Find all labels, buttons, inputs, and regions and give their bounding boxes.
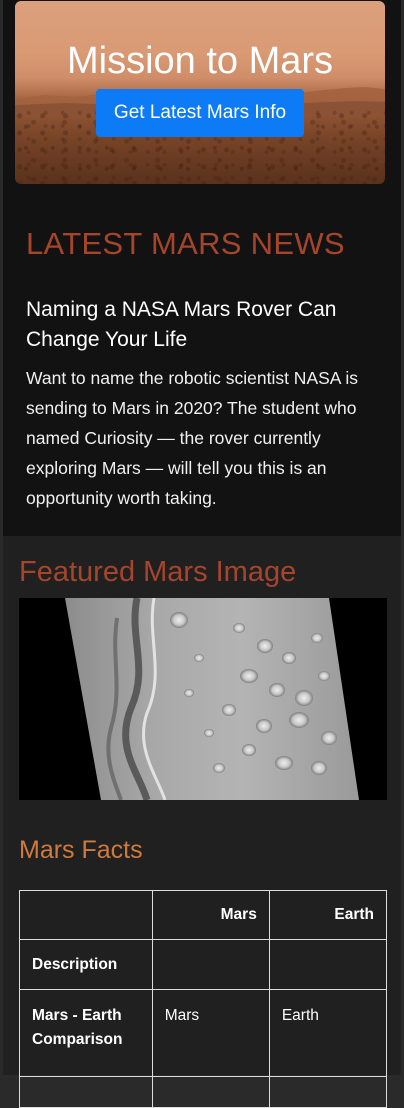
latest-news-heading: LATEST MARS NEWS [26,226,345,261]
news-title: Naming a NASA Mars Rover Can Change Your… [26,298,337,351]
get-latest-mars-info-button[interactable]: Get Latest Mars Info [96,89,304,137]
mars-facts-heading: Mars Facts [19,836,143,864]
table-cell: Earth [268,989,388,1077]
hero-banner: Mission to Mars Get Latest Mars Info [15,1,385,184]
table-header-cell [19,890,153,940]
news-paragraph: Want to name the robotic scientist NASA … [26,368,358,508]
table-cell [151,1076,270,1108]
table-row-label [19,1076,153,1108]
table-row: Mars - Earth Comparison Mars Earth [19,989,388,1077]
table-row [19,1076,388,1108]
table-row-label: Description [19,939,153,990]
table-row-label: Mars - Earth Comparison [19,989,153,1077]
table-cell [151,939,270,990]
table-cell: Mars [151,989,270,1077]
mars-facts-table: Mars Earth Description Mars - Earth Comp… [19,890,388,1108]
hero-title: Mission to Mars [66,40,334,82]
table-header-row: Mars Earth [19,890,388,940]
table-header-cell: Mars [151,890,270,940]
table-cell [268,1076,388,1108]
table-cell [268,939,388,990]
table-header-cell: Earth [268,890,388,940]
table-row: Description [19,939,388,990]
featured-mars-image[interactable] [19,598,387,800]
featured-image-heading: Featured Mars Image [19,556,297,588]
